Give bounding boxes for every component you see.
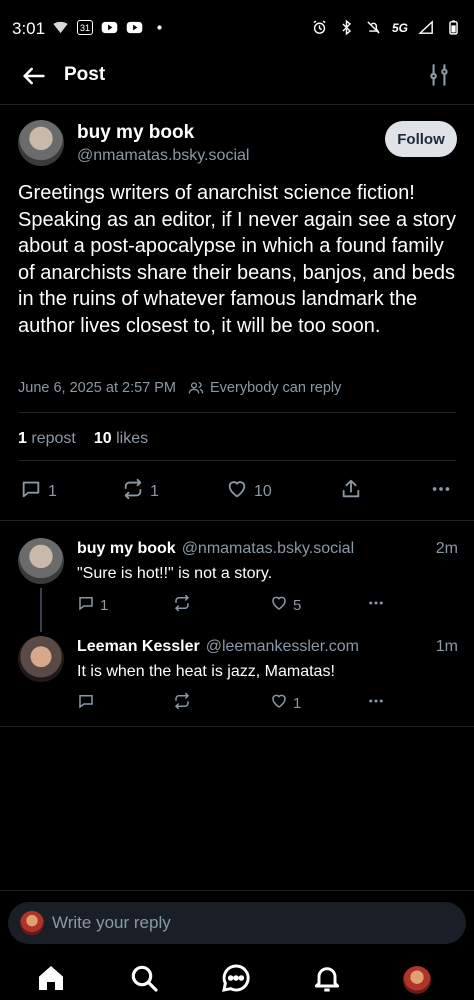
filter-sliders-icon[interactable] <box>426 62 452 88</box>
repost-button[interactable] <box>173 692 191 714</box>
like-count: 1 <box>293 694 302 712</box>
like-count: 5 <box>293 596 302 614</box>
reply-author-avatar[interactable] <box>18 636 64 682</box>
author-display-name[interactable]: buy my book <box>77 122 194 144</box>
more-icon <box>367 692 385 714</box>
alarm-icon <box>311 19 328 36</box>
bell-icon[interactable] <box>311 962 343 994</box>
people-icon <box>188 380 204 396</box>
follow-button[interactable]: Follow <box>385 121 457 157</box>
reposts-stat[interactable]: 1 repost <box>18 430 76 448</box>
reply-composer: Write your reply <box>0 890 474 951</box>
reply-button[interactable]: 1 <box>77 594 108 616</box>
post-timestamp: June 6, 2025 at 2:57 PM <box>18 380 176 396</box>
reply-icon <box>20 478 42 505</box>
current-user-avatar <box>20 911 44 935</box>
thread-line <box>40 588 42 632</box>
divider <box>18 412 456 413</box>
repost-icon <box>173 594 191 616</box>
more-icon <box>430 478 452 505</box>
reply-count: 1 <box>100 596 109 614</box>
repost-count: 1 <box>150 482 159 500</box>
reply-author[interactable]: buy my book @nmamatas.bsky.social <box>77 540 354 558</box>
like-button[interactable]: 10 <box>226 478 272 505</box>
status-right-icons: 5G <box>311 19 462 36</box>
divider <box>0 726 474 727</box>
reply-handle: @nmamatas.bsky.social <box>181 540 355 557</box>
divider <box>18 460 456 461</box>
reply-actions: 1 5 <box>77 594 397 614</box>
reply-actions: 1 <box>77 692 397 712</box>
post-meta: June 6, 2025 at 2:57 PM Everybody can re… <box>18 380 341 396</box>
status-time: 3:01 <box>12 19 46 38</box>
heart-icon <box>270 692 288 714</box>
home-icon[interactable] <box>35 962 67 994</box>
reply-text: It is when the heat is jazz, Mamatas! <box>77 663 335 680</box>
likes-stat[interactable]: 10 likes <box>94 430 148 448</box>
reply-icon <box>77 692 95 714</box>
reply-time: 2m <box>435 540 458 557</box>
page-title: Post <box>64 64 106 85</box>
more-options-button[interactable] <box>367 594 385 616</box>
notification-dot-icon <box>151 19 168 36</box>
reply-button[interactable] <box>77 692 100 714</box>
post-text: Greetings writers of anarchist science f… <box>18 182 457 337</box>
like-button[interactable]: 1 <box>270 692 301 714</box>
share-button[interactable] <box>340 478 362 505</box>
calendar-icon: 31 <box>77 20 93 35</box>
reply-text: "Sure is hot!!" is not a story. <box>77 565 273 582</box>
more-options-button[interactable] <box>430 478 452 505</box>
post-actions: 1 1 10 <box>0 478 474 506</box>
top-bar: Post <box>0 50 474 105</box>
reply-author-avatar[interactable] <box>18 538 64 584</box>
reply-display-name: buy my book <box>77 540 176 557</box>
signal-icon <box>418 19 435 36</box>
reply-icon <box>77 594 95 616</box>
repost-button[interactable] <box>173 594 191 616</box>
repost-icon <box>122 478 144 505</box>
app-root: 3:01 31 5G Post buy my book @nmamatas.bs… <box>0 0 474 1000</box>
chat-icon[interactable] <box>220 962 252 994</box>
youtube-icon <box>101 19 118 36</box>
reply-count: 1 <box>48 482 57 500</box>
divider <box>0 520 474 521</box>
author-handle[interactable]: @nmamatas.bsky.social <box>77 147 249 165</box>
reply-handle: @leemankessler.com <box>205 638 359 655</box>
engagement-stats: 1 repost 10 likes <box>18 430 148 448</box>
like-button[interactable]: 5 <box>270 594 301 616</box>
share-icon <box>340 478 362 505</box>
search-icon[interactable] <box>128 962 160 994</box>
repost-button[interactable]: 1 <box>122 478 159 505</box>
repost-icon <box>173 692 191 714</box>
status-left-icons: 31 <box>52 19 168 36</box>
author-avatar[interactable] <box>18 120 64 166</box>
profile-avatar[interactable] <box>403 966 431 994</box>
like-count: 10 <box>254 482 272 500</box>
bottom-nav <box>0 952 474 1000</box>
reply-setting[interactable]: Everybody can reply <box>210 380 341 396</box>
network-type: 5G <box>391 20 408 35</box>
youtube-icon-2 <box>126 19 143 36</box>
reply-author[interactable]: Leeman Kessler @leemankessler.com <box>77 638 359 656</box>
reply-display-name: Leeman Kessler <box>77 638 200 655</box>
reply-time: 1m <box>435 638 458 655</box>
reply-input[interactable]: Write your reply <box>8 902 466 944</box>
battery-icon <box>445 19 462 36</box>
back-arrow-icon[interactable] <box>20 62 48 90</box>
wifi-question-icon <box>52 19 69 36</box>
more-options-button[interactable] <box>367 692 385 714</box>
mute-icon <box>365 19 382 36</box>
reply-placeholder: Write your reply <box>52 913 171 932</box>
bluetooth-icon <box>338 19 355 36</box>
more-icon <box>367 594 385 616</box>
heart-icon <box>226 478 248 505</box>
reply-button[interactable]: 1 <box>20 478 57 505</box>
heart-icon <box>270 594 288 616</box>
